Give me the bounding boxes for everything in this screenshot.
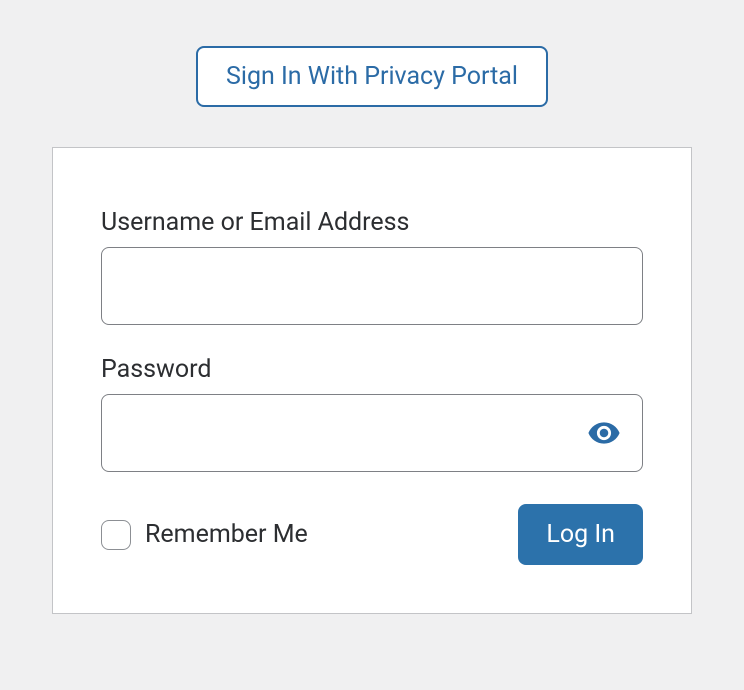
- username-input[interactable]: [101, 247, 643, 325]
- password-label: Password: [101, 355, 643, 384]
- username-field-group: Username or Email Address: [101, 208, 643, 325]
- remember-me-checkbox[interactable]: [101, 520, 131, 550]
- sign-in-privacy-portal-button[interactable]: Sign In With Privacy Portal: [196, 46, 548, 107]
- sso-container: Sign In With Privacy Portal: [196, 46, 548, 107]
- password-input[interactable]: [101, 394, 643, 472]
- username-label: Username or Email Address: [101, 208, 643, 237]
- toggle-password-visibility-button[interactable]: [579, 408, 629, 458]
- password-field-group: Password: [101, 355, 643, 472]
- form-bottom-row: Remember Me Log In: [101, 504, 643, 565]
- eye-icon: [587, 416, 621, 450]
- log-in-button[interactable]: Log In: [518, 504, 643, 565]
- login-form-card: Username or Email Address Password Remem…: [52, 147, 692, 614]
- password-input-wrapper: [101, 394, 643, 472]
- remember-me-group: Remember Me: [101, 520, 308, 550]
- remember-me-label: Remember Me: [145, 520, 308, 549]
